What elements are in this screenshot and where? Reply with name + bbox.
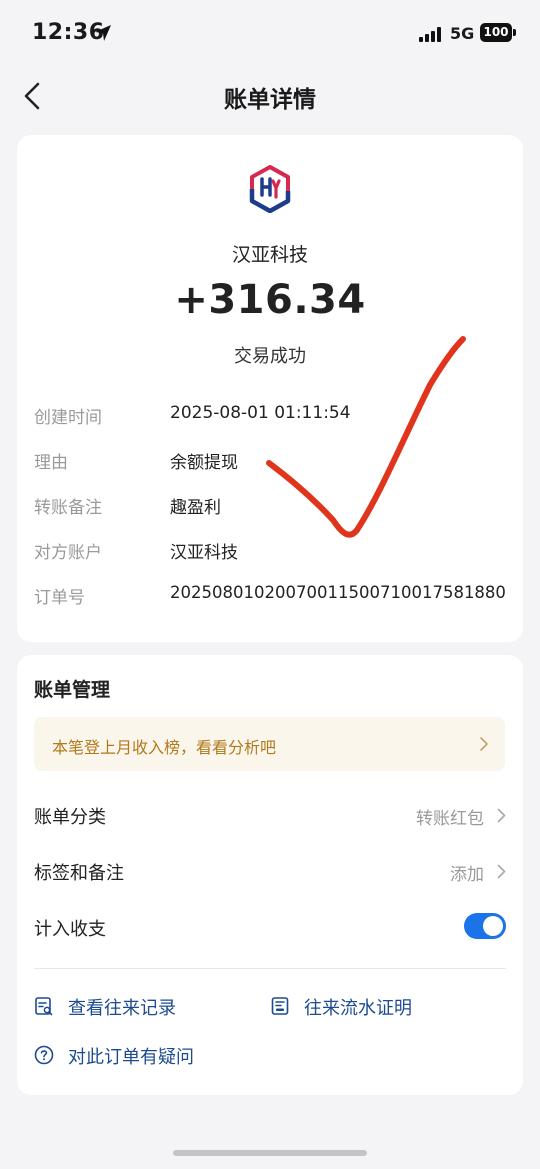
tags-notes-row[interactable]: 标签和备注 添加 <box>34 851 506 891</box>
transaction-status: 交易成功 <box>234 346 306 367</box>
link-text: 查看往来记录 <box>68 998 176 1019</box>
detail-row-counterparty: 对方账户 汉亚科技 <box>34 538 514 568</box>
link-text: 往来流水证明 <box>304 998 412 1019</box>
detail-label: 订单号 <box>34 588 85 608</box>
detail-row-created-time: 创建时间 2025-08-01 01:11:54 <box>34 403 514 433</box>
chevron-right-icon <box>497 808 506 823</box>
section-title: 账单管理 <box>34 679 111 701</box>
flow-statement-link[interactable]: 往来流水证明 <box>270 992 450 1022</box>
battery-icon: 100 <box>480 23 512 42</box>
location-arrow-icon <box>95 25 111 41</box>
order-question-link[interactable]: 对此订单有疑问 <box>34 1041 234 1071</box>
divider <box>34 968 506 969</box>
count-in-income-expense-row: 计入收支 <box>34 907 506 947</box>
detail-row-reason: 理由 余额提现 <box>34 448 514 478</box>
detail-value: 余额提现 <box>170 453 238 473</box>
transaction-detail-card: 汉亚科技 +316.34 交易成功 创建时间 2025-08-01 01:11:… <box>17 135 523 642</box>
battery-cap <box>513 29 516 36</box>
merchant-logo <box>249 165 291 213</box>
amount: +316.34 <box>174 277 366 323</box>
toggle-knob <box>483 916 503 936</box>
detail-label: 创建时间 <box>34 408 102 428</box>
income-rank-banner[interactable]: 本笔登上月收入榜，看看分析吧 <box>34 717 505 771</box>
count-in-toggle[interactable] <box>464 913 506 939</box>
view-history-link[interactable]: 查看往来记录 <box>34 992 214 1022</box>
page-title: 账单详情 <box>224 87 316 113</box>
detail-label: 理由 <box>34 453 68 473</box>
detail-label: 对方账户 <box>34 543 102 563</box>
row-label: 标签和备注 <box>34 863 124 884</box>
signal-icon <box>419 27 441 42</box>
question-circle-icon <box>34 1045 54 1065</box>
chevron-right-icon <box>497 864 506 879</box>
row-value: 添加 <box>450 865 484 885</box>
home-indicator[interactable] <box>173 1150 367 1156</box>
link-text: 对此订单有疑问 <box>68 1047 194 1068</box>
status-bar: 12:36 5G 100 <box>0 0 540 70</box>
merchant-name: 汉亚科技 <box>231 244 308 266</box>
network-label: 5G <box>450 24 475 43</box>
detail-label: 转账备注 <box>34 498 102 518</box>
chevron-right-icon <box>480 737 488 751</box>
detail-value: 趣盈利 <box>170 498 221 518</box>
row-label: 账单分类 <box>34 807 106 828</box>
detail-row-transfer-note: 转账备注 趣盈利 <box>34 493 514 523</box>
record-list-icon <box>35 997 53 1016</box>
row-value: 转账红包 <box>416 809 484 829</box>
detail-value: 汉亚科技 <box>170 543 238 563</box>
statement-doc-icon <box>271 997 289 1015</box>
row-label: 计入收支 <box>34 919 106 940</box>
bill-category-row[interactable]: 账单分类 转账红包 <box>34 795 506 835</box>
banner-text: 本笔登上月收入榜，看看分析吧 <box>52 738 277 757</box>
bill-management-card: 账单管理 本笔登上月收入榜，看看分析吧 账单分类 转账红包 标签和备注 添加 计… <box>17 655 523 1095</box>
order-number-value[interactable]: 2025080102007001150071001758188​0 <box>170 583 506 602</box>
detail-value: 2025-08-01 01:11:54 <box>170 403 351 423</box>
detail-row-order-number: 订单号 2025080102007001150071001758188​0 <box>34 583 514 613</box>
